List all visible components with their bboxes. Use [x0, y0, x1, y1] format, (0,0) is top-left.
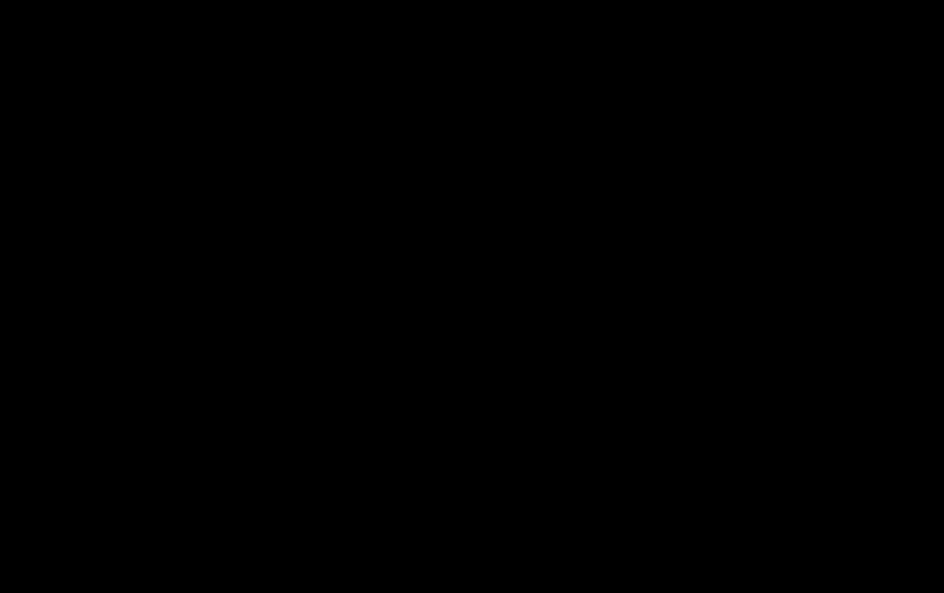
axes-canvas — [0, 0, 944, 593]
spectrogram-figure — [0, 0, 944, 593]
colorbar-canvas — [895, 87, 909, 471]
